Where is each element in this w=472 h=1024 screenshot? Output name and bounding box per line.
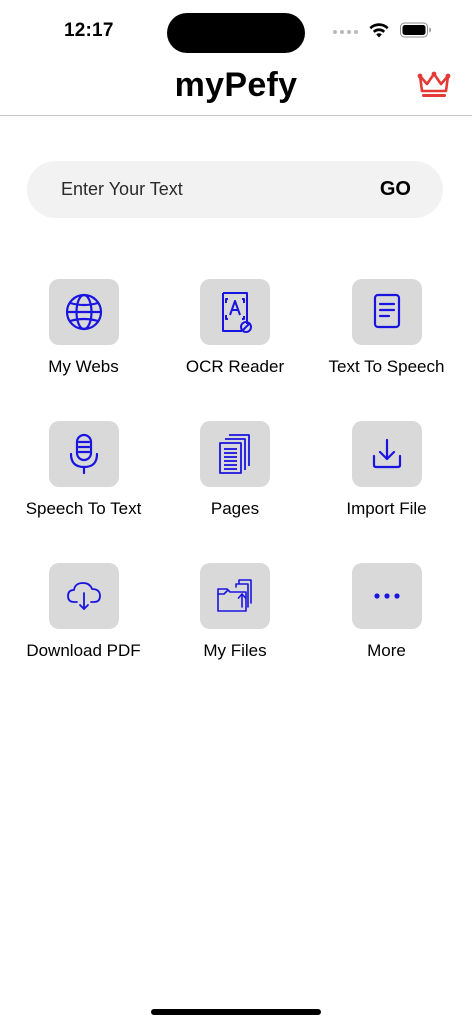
premium-crown-button[interactable] <box>416 68 452 100</box>
tile-label: Speech To Text <box>25 499 142 518</box>
go-button[interactable]: GO <box>372 161 419 218</box>
tile-text-to-speech[interactable]: Text To Speech <box>311 279 462 378</box>
search-input[interactable] <box>61 161 351 218</box>
tile-icon-box <box>351 279 422 345</box>
tile-label: Text To Speech <box>328 357 445 376</box>
tile-label: More <box>367 641 406 660</box>
more-dots-icon <box>373 593 400 599</box>
status-indicators <box>333 22 432 42</box>
globe-icon <box>65 293 102 331</box>
home-indicator[interactable] <box>151 1009 321 1015</box>
app-header: myPefy <box>0 60 472 116</box>
pages-stack-icon <box>219 434 250 474</box>
tile-icon-box <box>200 279 270 345</box>
tile-label: OCR Reader <box>185 357 285 376</box>
status-time: 12:17 <box>64 20 114 41</box>
tile-label: My Files <box>203 641 267 660</box>
tile-icon-box <box>48 279 119 345</box>
tile-my-webs[interactable]: My Webs <box>8 279 159 378</box>
wifi-icon <box>368 22 390 43</box>
tile-icon-box <box>351 563 422 629</box>
search-bar: GO <box>27 161 443 218</box>
ocr-scan-icon <box>222 292 252 333</box>
tile-label: Download PDF <box>26 641 141 660</box>
tile-label: Pages <box>210 499 260 518</box>
tile-more[interactable]: More <box>311 563 462 662</box>
document-text-icon <box>373 293 400 329</box>
status-bar: 12:17 <box>0 0 472 60</box>
tile-download-pdf[interactable]: Download PDF <box>8 563 159 662</box>
battery-icon <box>400 22 432 43</box>
cloud-download-icon <box>66 582 101 610</box>
tile-speech-to-text[interactable]: Speech To Text <box>8 421 159 520</box>
folder-upload-icon <box>217 579 252 612</box>
tile-icon-box <box>48 563 119 629</box>
tile-label: Import File <box>346 499 427 518</box>
tile-icon-box <box>200 421 270 487</box>
tile-ocr-reader[interactable]: OCR Reader <box>159 279 311 378</box>
tile-icon-box <box>351 421 422 487</box>
tile-icon-box <box>48 421 119 487</box>
dynamic-island <box>167 13 305 53</box>
app-title: myPefy <box>174 66 298 104</box>
tile-my-files[interactable]: My Files <box>159 563 311 662</box>
cellular-signal-icon <box>333 30 358 34</box>
tile-icon-box <box>200 563 270 629</box>
feature-grid: My Webs OCR Reader Text To Speech Speech… <box>8 279 464 662</box>
tile-label: My Webs <box>48 357 119 376</box>
microphone-icon <box>69 433 98 475</box>
tile-pages[interactable]: Pages <box>159 421 311 520</box>
tile-import-file[interactable]: Import File <box>311 421 462 520</box>
crown-icon <box>417 71 451 97</box>
import-download-icon <box>372 438 401 469</box>
